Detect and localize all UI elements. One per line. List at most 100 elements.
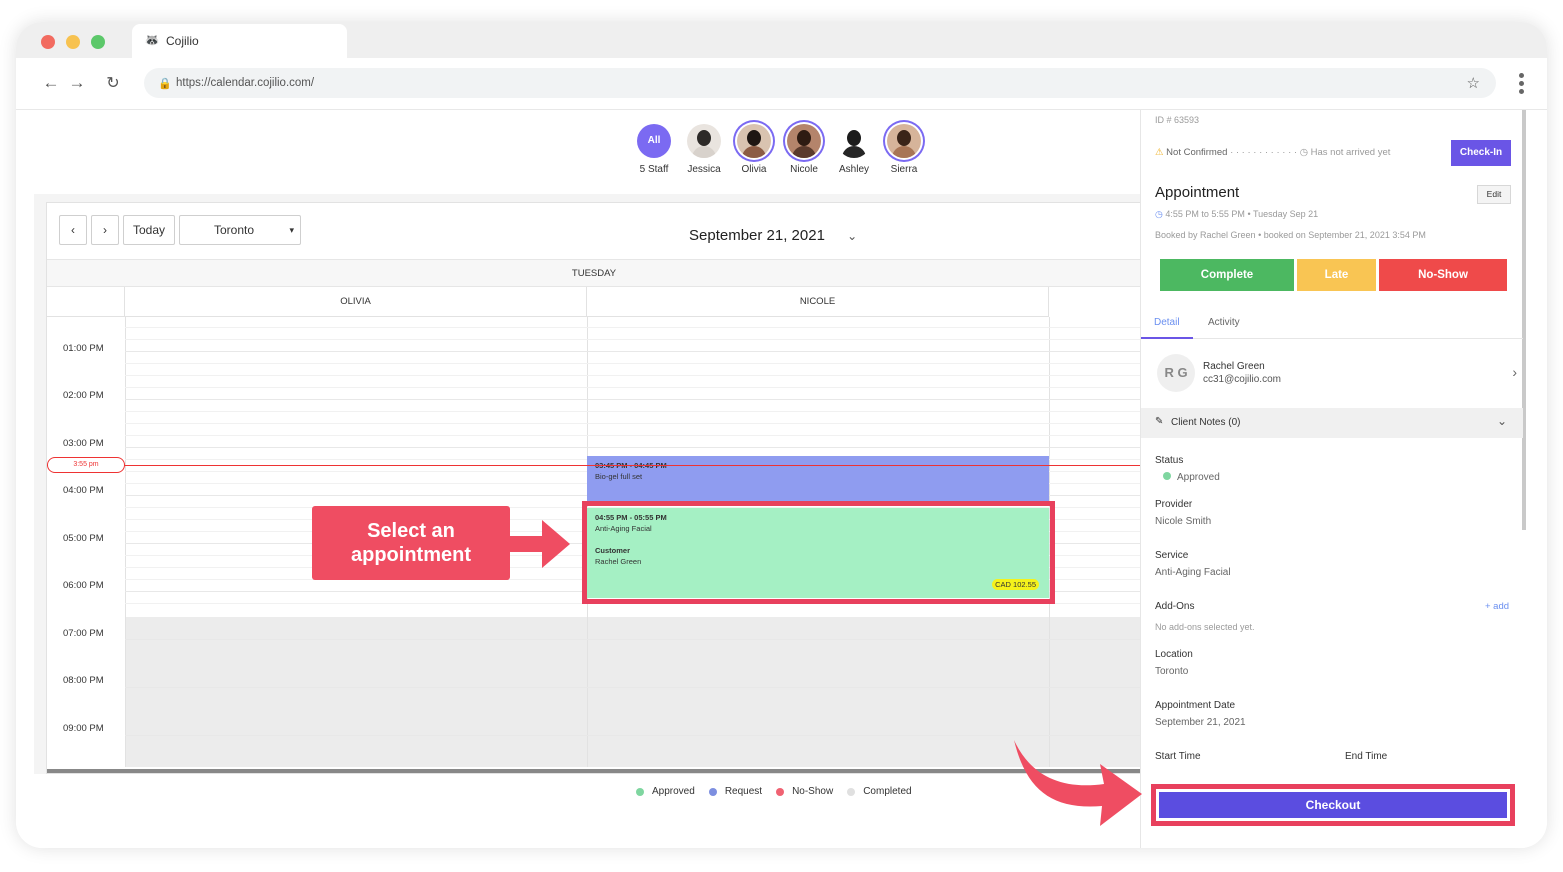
select-appointment-callout: Select an appointment [312, 506, 510, 580]
today-button[interactable]: Today [123, 215, 175, 245]
appointment-date-short: Tuesday Sep 21 [1252, 209, 1319, 219]
chevron-right-icon: › [103, 223, 107, 237]
legend-label: No-Show [792, 786, 834, 797]
appointment-time-range: 4:55 PM to 5:55 PM [1165, 209, 1245, 219]
browser-tab[interactable]: 🦝 Cojilio [132, 24, 347, 58]
tab-detail[interactable]: Detail [1154, 317, 1180, 328]
time-label: 05:00 PM [63, 533, 104, 544]
column-header-nicole: NICOLE [587, 287, 1049, 317]
back-arrow-icon[interactable]: ← [40, 73, 62, 93]
warning-icon: ⚠ [1155, 147, 1164, 158]
calendar-panel: ‹ › Today Toronto ▾ September 21, 2021 ⌄… [34, 194, 1142, 774]
current-date: September 21, 2021 [689, 227, 825, 244]
url-field[interactable]: 🔒 https://calendar.cojilio.com/ ☆ [144, 68, 1496, 98]
current-time-line [47, 465, 1141, 466]
staff-filter-all[interactable]: All 5 Staff [636, 124, 672, 175]
client-card[interactable]: R G Rachel Green cc31@cojilio.com › [1157, 354, 1517, 394]
start-time-label: Start Time [1155, 751, 1201, 762]
address-bar-row: ← → ↻ 🔒 https://calendar.cojilio.com/ ☆ [16, 58, 1547, 110]
next-day-button[interactable]: › [91, 215, 119, 245]
current-time-pill: 3:55 pm [47, 457, 125, 473]
complete-button[interactable]: Complete [1160, 259, 1294, 291]
service-value: Anti-Aging Facial [1155, 567, 1231, 578]
time-label: 04:00 PM [63, 485, 104, 496]
check-in-button[interactable]: Check-In [1451, 140, 1511, 166]
tab-activity[interactable]: Activity [1208, 317, 1240, 328]
appointment-date-label: Appointment Date [1155, 700, 1236, 711]
horizontal-scrollbar[interactable] [47, 769, 1141, 773]
chevron-down-icon: ⌄ [847, 229, 858, 243]
avatar [787, 124, 821, 158]
browser-window: 🦝 Cojilio ← → ↻ 🔒 https://calendar.cojil… [16, 22, 1547, 848]
close-window-button[interactable] [41, 35, 55, 49]
chevron-down-icon: ⌄ [1496, 414, 1507, 428]
add-addon-link[interactable]: + add [1485, 601, 1509, 612]
chevron-right-icon: › [1512, 364, 1517, 380]
end-time-label: End Time [1345, 751, 1388, 762]
browser-menu-icon[interactable] [1517, 70, 1525, 97]
time-grid: 01:00 PM 02:00 PM 03:00 PM 04:00 PM 05:0… [47, 317, 1141, 767]
booked-by: Booked by Rachel Green [1155, 230, 1256, 240]
appointment-service: Bio-gel full set [595, 472, 643, 481]
dotted-separator: · · · · · · · · · · · · [1230, 147, 1298, 158]
day-header: TUESDAY [47, 259, 1141, 287]
staff-filter-ashley[interactable]: Ashley [836, 124, 872, 175]
column-header-olivia: OLIVIA [125, 287, 587, 317]
legend-label: Completed [863, 786, 912, 797]
select-caret-icon: ▾ [289, 224, 294, 235]
late-button[interactable]: Late [1297, 259, 1376, 291]
staff-filter-olivia[interactable]: Olivia [736, 124, 772, 175]
forward-arrow-icon[interactable]: → [66, 73, 88, 93]
detail-tabs: Detail Activity [1141, 305, 1523, 339]
legend-no-show: No-Show [776, 786, 833, 797]
client-notes-toggle[interactable]: ✎ Client Notes (0) ⌄ [1141, 408, 1523, 438]
staff-label: Jessica [687, 164, 721, 175]
staff-filter-jessica[interactable]: Jessica [686, 124, 722, 175]
maximize-window-button[interactable] [91, 35, 105, 49]
staff-filter-nicole[interactable]: Nicole [786, 124, 822, 175]
status-dot [1163, 472, 1171, 480]
staff-filter-bar: All 5 Staff Jessica Olivia Nicole Ashley [636, 124, 922, 175]
avatar [687, 124, 721, 158]
provider-value: Nicole Smith [1155, 516, 1212, 527]
clock-icon: ◷ [1155, 209, 1163, 219]
staff-filter-sierra[interactable]: Sierra [886, 124, 922, 175]
legend-approved: Approved [636, 786, 695, 797]
addons-label: Add-Ons [1155, 601, 1195, 612]
time-label: 02:00 PM [63, 390, 104, 401]
appointment-id: ID # 63593 [1155, 115, 1200, 125]
status-label: Status [1155, 455, 1184, 466]
booked-on: booked on September 21, 2021 3:54 PM [1263, 230, 1426, 240]
prev-day-button[interactable]: ‹ [59, 215, 87, 245]
confirmation-status: ⚠ Not Confirmed · · · · · · · · · · · · … [1155, 147, 1390, 158]
date-picker[interactable]: September 21, 2021 ⌄ [689, 227, 857, 244]
addons-value: No add-ons selected yet. [1155, 622, 1255, 632]
legend-completed: Completed [847, 786, 912, 797]
calendar: ‹ › Today Toronto ▾ September 21, 2021 ⌄… [46, 202, 1142, 774]
staff-label: Nicole [790, 164, 818, 175]
no-show-button[interactable]: No-Show [1379, 259, 1507, 291]
edit-button[interactable]: Edit [1477, 185, 1511, 204]
location-select[interactable]: Toronto ▾ [179, 215, 301, 245]
legend-dot [847, 787, 856, 796]
status-value: Approved [1163, 472, 1220, 483]
time-label: 07:00 PM [63, 628, 104, 639]
client-name: Rachel Green [1203, 361, 1265, 372]
arrival-status-text: Has not arrived yet [1310, 147, 1391, 158]
appointment-bio-gel[interactable]: 03:45 PM - 04:45 PM Bio-gel full set [587, 456, 1049, 502]
callout-line: appointment [351, 544, 471, 566]
legend-request: Request [708, 786, 762, 797]
avatar [887, 124, 921, 158]
booking-info: Booked by Rachel Green • booked on Septe… [1155, 230, 1426, 240]
avatar [737, 124, 771, 158]
client-avatar: R G [1157, 354, 1195, 392]
legend-dot [708, 787, 717, 796]
staff-label: Ashley [838, 164, 869, 175]
minimize-window-button[interactable] [66, 35, 80, 49]
bookmark-star-icon[interactable]: ☆ [1467, 74, 1480, 92]
lock-icon: 🔒 [158, 77, 172, 90]
service-label: Service [1155, 550, 1189, 561]
time-label: 06:00 PM [63, 580, 104, 591]
appointment-time-summary: ◷ 4:55 PM to 5:55 PM • Tuesday Sep 21 [1155, 209, 1318, 220]
reload-icon[interactable]: ↻ [102, 73, 124, 93]
